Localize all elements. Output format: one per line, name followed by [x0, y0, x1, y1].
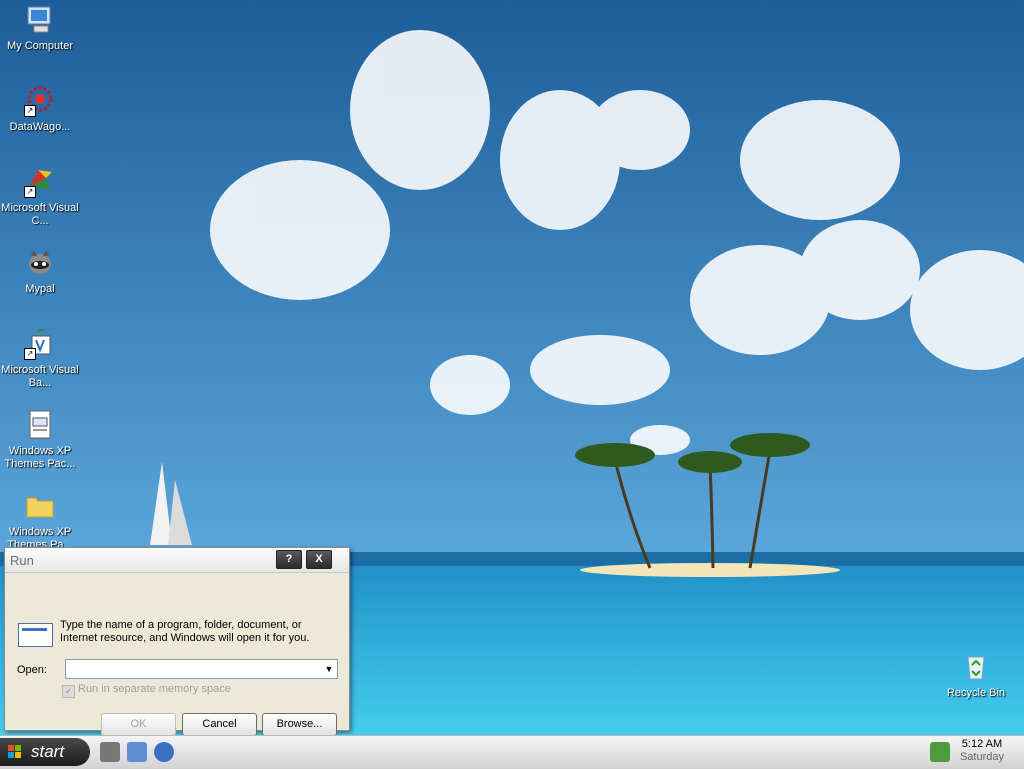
desktop-icon-label: Microsoft Visual C... [1, 202, 79, 227]
quicklaunch-mypal-icon[interactable] [100, 742, 120, 762]
quicklaunch-desktop-icon[interactable] [127, 742, 147, 762]
clock-time: 5:12 AM [961, 738, 1003, 750]
clock[interactable]: 5:12 AM Saturday [960, 738, 1004, 764]
desktop-icon-themes-pack[interactable]: Windows XP Themes Pac... [0, 409, 80, 471]
raccoon-icon [24, 247, 56, 279]
visual-cpp-icon: ↗ [24, 166, 56, 198]
start-button[interactable]: start [0, 738, 90, 766]
desktop-icon-label: DataWago... [9, 121, 71, 133]
ok-button: OK [101, 713, 176, 736]
run-dialog: Run ? X Type the name of a program, fold… [4, 547, 350, 736]
open-input[interactable] [66, 660, 315, 676]
help-button[interactable]: ? [276, 550, 302, 569]
shortcut-arrow-icon: ↗ [24, 348, 36, 360]
run-dialog-body: Type the name of a program, folder, docu… [5, 573, 349, 736]
desktop-icon-my-computer[interactable]: My Computer [0, 4, 80, 53]
datawagon-icon: ↗ [24, 85, 56, 117]
open-label: Open: [17, 664, 47, 676]
shortcut-arrow-icon: ↗ [24, 105, 36, 117]
taskbar: start 5:12 AM Saturday [0, 735, 1024, 769]
document-icon [24, 409, 56, 441]
recycle-bin-icon [960, 651, 992, 683]
run-dialog-titlebar[interactable]: Run ? X [5, 548, 349, 573]
chevron-down-icon[interactable]: ▼ [323, 662, 335, 676]
close-button[interactable]: X [306, 550, 332, 569]
run-description: Type the name of a program, folder, docu… [60, 619, 310, 644]
computer-icon [24, 4, 56, 36]
desktop-icon-recycle-bin[interactable]: Recycle Bin [936, 651, 1016, 700]
system-tray: 5:12 AM Saturday [924, 736, 1024, 769]
run-dialog-title: Run [10, 553, 34, 568]
browse-button[interactable]: Browse... [262, 713, 337, 736]
quicklaunch-media-player-icon[interactable] [154, 742, 174, 762]
shortcut-arrow-icon: ↗ [24, 186, 36, 198]
desktop-icon-mypal[interactable]: Mypal [0, 247, 80, 296]
desktop-icon-visual-basic[interactable]: ↗ Microsoft Visual Ba... [0, 328, 80, 390]
desktop-icon-datawagon[interactable]: ↗ DataWago... [0, 85, 80, 134]
desktop-icon-visual-cpp[interactable]: ↗ Microsoft Visual C... [0, 166, 80, 228]
desktop-icon-label: My Computer [6, 40, 74, 52]
cancel-button[interactable]: Cancel [182, 713, 257, 736]
visual-basic-icon: ↗ [24, 328, 56, 360]
tray-network-icon[interactable] [930, 742, 950, 762]
separate-memory-option: ✓ Run in separate memory space [62, 683, 231, 698]
windows-logo-icon [8, 745, 22, 759]
run-program-icon [18, 623, 53, 647]
desktop-icon-themes-folder[interactable]: Windows XP Themes Pa... [0, 490, 80, 552]
folder-icon [24, 490, 56, 522]
separate-memory-checkbox: ✓ [62, 685, 75, 698]
desktop-icon-label: Mypal [25, 283, 55, 295]
start-label: start [31, 742, 65, 761]
desktop-icon-label: Recycle Bin [946, 687, 1006, 699]
desktop-icon-label: Microsoft Visual Ba... [1, 364, 79, 389]
clock-day: Saturday [959, 751, 1004, 763]
desktop-icon-label: Windows XP Themes Pac... [4, 445, 76, 470]
open-combobox[interactable]: ▼ [65, 659, 338, 679]
separate-memory-label: Run in separate memory space [78, 683, 231, 695]
